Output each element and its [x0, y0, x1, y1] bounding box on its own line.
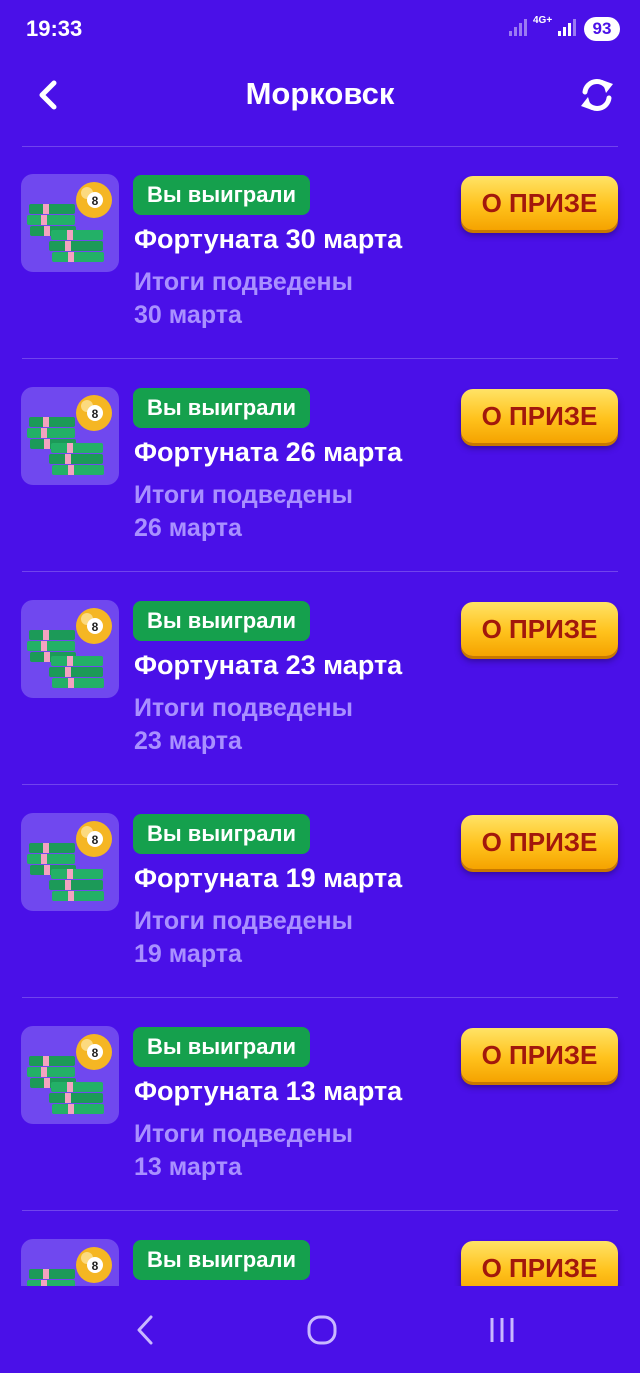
- win-badge: Вы выиграли: [133, 1027, 310, 1067]
- win-badge: Вы выиграли: [133, 175, 310, 215]
- result-date: Итоги подведены 23 марта: [134, 692, 434, 758]
- prize-money-icon: 8: [21, 387, 119, 485]
- result-line-1: Итоги подведены: [134, 1120, 353, 1148]
- about-prize-button[interactable]: О ПРИЗЕ: [461, 1241, 618, 1286]
- status-bar: 19:33 4G+ 93: [0, 0, 640, 58]
- list-item[interactable]: 8 Вы выиграли Фортуната 23 марта Итоги подв…: [0, 572, 640, 785]
- result-line-1: Итоги подведены: [134, 481, 353, 509]
- about-prize-button[interactable]: О ПРИЗЕ: [461, 815, 618, 869]
- status-time: 19:33: [26, 16, 83, 41]
- prize-money-icon: 8: [21, 1026, 119, 1124]
- results-list: 8 Вы выиграли Фортуната 30 марта Итоги подв…: [0, 146, 640, 1286]
- network-type: 4G+: [533, 15, 553, 26]
- lottery-name: Фортуната 26 марта: [134, 437, 403, 467]
- result-line-2: 19 марта: [134, 940, 242, 968]
- result-date: Итоги подведены 26 марта: [134, 479, 434, 545]
- nav-home-icon[interactable]: [302, 1314, 342, 1346]
- prize-money-icon: 8: [21, 1239, 119, 1286]
- about-prize-button[interactable]: О ПРИЗЕ: [461, 1028, 618, 1082]
- list-item[interactable]: 8 Вы выиграли Фортуната 19 марта Итоги подв…: [0, 785, 640, 998]
- win-badge: Вы выиграли: [133, 388, 310, 428]
- nav-back-icon[interactable]: [125, 1314, 165, 1346]
- list-item[interactable]: 8 Вы выиграли О ПРИЗЕ: [0, 1211, 640, 1286]
- system-nav-bar: [0, 1286, 640, 1373]
- win-badge: Вы выиграли: [133, 601, 310, 641]
- result-line-2: 26 марта: [134, 514, 242, 542]
- lottery-name: Фортуната 23 марта: [134, 650, 403, 680]
- list-item[interactable]: 8 Вы выиграли Фортуната 13 марта Итоги подв…: [0, 998, 640, 1211]
- svg-text:8: 8: [92, 833, 99, 847]
- result-line-2: 13 марта: [134, 1153, 242, 1181]
- lottery-name: Фортуната 30 марта: [134, 224, 403, 254]
- result-date: Итоги подведены 30 марта: [134, 266, 434, 332]
- result-line-2: 30 марта: [134, 301, 242, 329]
- list-item[interactable]: 8 Вы выиграли Фортуната 26 марта Итоги подв…: [0, 359, 640, 572]
- svg-text:8: 8: [92, 194, 99, 208]
- about-prize-button[interactable]: О ПРИЗЕ: [461, 389, 618, 443]
- svg-text:8: 8: [92, 620, 99, 634]
- list-item[interactable]: 8 Вы выиграли Фортуната 30 марта Итоги подв…: [0, 146, 640, 359]
- result-date: Итоги подведены 13 марта: [134, 1118, 434, 1184]
- lottery-name: Фортуната 19 марта: [134, 863, 403, 893]
- result-line-2: 23 марта: [134, 727, 242, 755]
- svg-text:8: 8: [92, 1259, 99, 1273]
- page-title: Морковск: [245, 76, 395, 111]
- svg-text:8: 8: [92, 407, 99, 421]
- prize-money-icon: 8: [21, 600, 119, 698]
- about-prize-button[interactable]: О ПРИЗЕ: [461, 176, 618, 230]
- result-line-1: Итоги подведены: [134, 268, 353, 296]
- result-line-1: Итоги подведены: [134, 907, 353, 935]
- signal-icon: [509, 18, 527, 36]
- refresh-icon[interactable]: [578, 76, 616, 114]
- result-date: Итоги подведены 19 марта: [134, 905, 434, 971]
- lottery-name: Фортуната 13 марта: [134, 1076, 403, 1106]
- win-badge: Вы выиграли: [133, 814, 310, 854]
- result-line-1: Итоги подведены: [134, 694, 353, 722]
- win-badge: Вы выиграли: [133, 1240, 310, 1280]
- about-prize-button[interactable]: О ПРИЗЕ: [461, 602, 618, 656]
- signal-icon-2: [558, 18, 576, 36]
- nav-recents-icon[interactable]: [482, 1314, 522, 1346]
- svg-text:8: 8: [92, 1046, 99, 1060]
- prize-money-icon: 8: [21, 174, 119, 272]
- app-bar: Морковск: [0, 58, 640, 146]
- prize-money-icon: 8: [21, 813, 119, 911]
- battery-indicator: 93: [584, 17, 620, 41]
